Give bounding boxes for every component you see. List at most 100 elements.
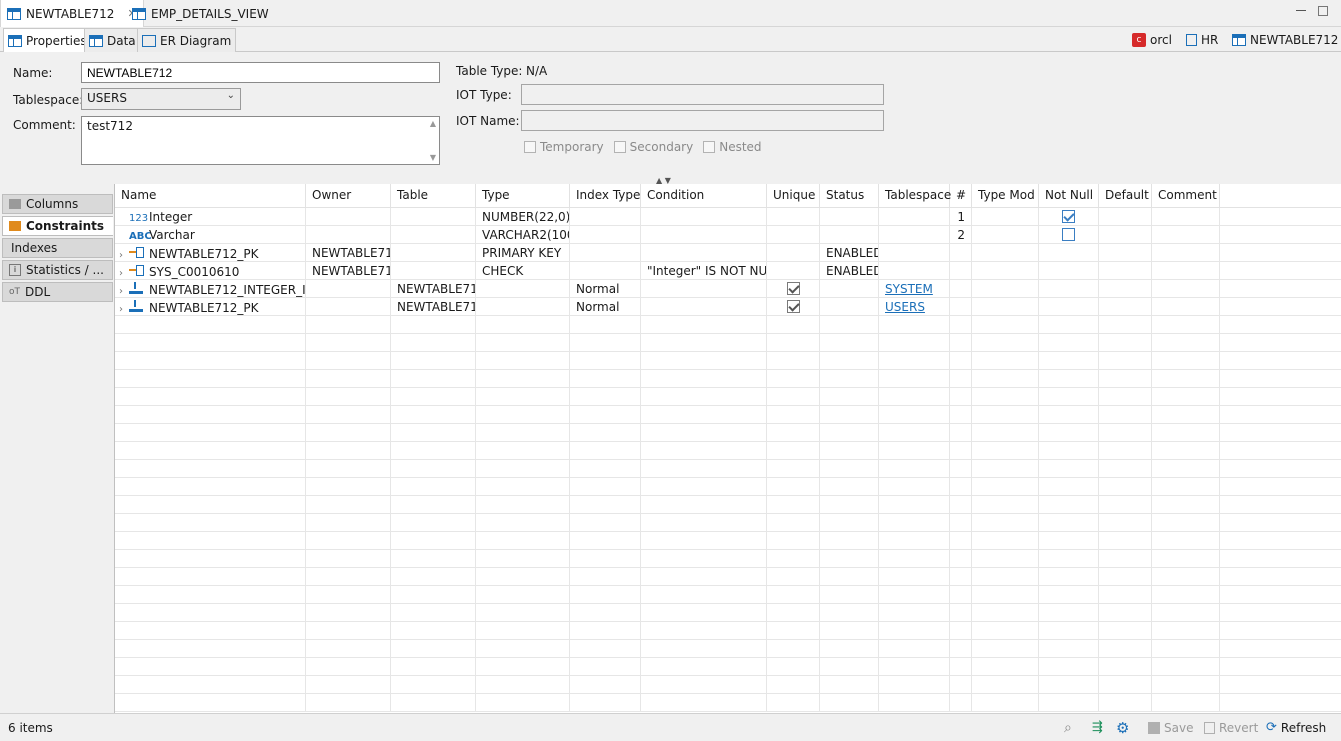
table-cell[interactable] (1152, 262, 1220, 280)
column-header-tablespace[interactable]: Tablespace (879, 184, 951, 208)
table-cell[interactable] (1099, 298, 1152, 316)
save-button[interactable]: Save (1148, 714, 1193, 741)
column-header-comment[interactable]: Comment (1152, 184, 1220, 208)
table-cell[interactable] (767, 262, 820, 280)
tablespace-link[interactable]: SYSTEM (885, 282, 933, 296)
revert-button[interactable]: Revert (1204, 714, 1258, 741)
table-cell[interactable] (1152, 298, 1220, 316)
table-cell[interactable] (972, 226, 1039, 244)
table-cell[interactable] (641, 244, 767, 262)
table-cell[interactable] (1220, 244, 1341, 262)
table-cell[interactable] (306, 226, 391, 244)
table-cell[interactable] (1099, 208, 1152, 226)
table-cell[interactable] (1099, 226, 1152, 244)
table-cell[interactable] (1220, 298, 1341, 316)
table-cell[interactable] (1039, 244, 1099, 262)
table-cell[interactable]: › NEWTABLE712_PK (115, 298, 306, 316)
table-cell[interactable] (1039, 280, 1099, 298)
table-cell[interactable] (641, 226, 767, 244)
expand-chevron-icon[interactable]: › (119, 304, 129, 315)
table-cell[interactable] (391, 226, 476, 244)
filter-icon[interactable]: ⇶ (1092, 714, 1103, 741)
table-cell[interactable] (1220, 262, 1341, 280)
column-header-status[interactable]: Status (820, 184, 879, 208)
table-cell[interactable] (570, 226, 641, 244)
not-null-checkbox[interactable] (1062, 228, 1075, 241)
table-cell[interactable] (972, 298, 1039, 316)
table-cell[interactable] (767, 298, 820, 316)
table-cell[interactable]: 2 (950, 226, 972, 244)
table-cell[interactable] (1039, 262, 1099, 280)
column-header-table[interactable]: Table (391, 184, 476, 208)
table-cell[interactable] (1039, 208, 1099, 226)
table-cell[interactable] (476, 298, 570, 316)
maximize-button[interactable] (1318, 6, 1328, 16)
table-cell[interactable] (767, 244, 820, 262)
table-cell[interactable] (1220, 280, 1341, 298)
table-cell[interactable]: "Integer" IS NOT NULL (641, 262, 767, 280)
table-cell[interactable] (306, 298, 391, 316)
table-cell[interactable] (820, 280, 879, 298)
table-cell[interactable] (972, 208, 1039, 226)
table-cell[interactable] (767, 208, 820, 226)
column-header-condition[interactable]: Condition (641, 184, 767, 208)
table-cell[interactable] (306, 208, 391, 226)
left-tab-indexes[interactable]: Indexes (2, 238, 113, 258)
constraints-grid[interactable]: Name Owner Table Type Index Type Condition Uni… (114, 184, 1341, 713)
gear-icon[interactable]: ⚙ (1116, 714, 1129, 741)
table-cell[interactable]: ENABLED (820, 262, 879, 280)
name-input[interactable] (81, 62, 440, 83)
column-header-type[interactable]: Type (476, 184, 570, 208)
table-cell[interactable]: PRIMARY KEY (476, 244, 570, 262)
table-cell[interactable]: USERS (879, 298, 950, 316)
table-cell[interactable] (1152, 244, 1220, 262)
editor-tab-newtable712[interactable]: NEWTABLE712 ✕ (0, 0, 144, 27)
table-cell[interactable] (950, 262, 972, 280)
scroll-up-icon[interactable]: ▲ (430, 119, 436, 128)
unique-checkbox[interactable] (786, 282, 800, 295)
column-header-default[interactable]: Default (1099, 184, 1152, 208)
tablespace-select[interactable]: USERS ⌄ (81, 88, 241, 110)
table-cell[interactable] (1152, 226, 1220, 244)
table-cell[interactable] (391, 262, 476, 280)
table-cell[interactable] (879, 244, 950, 262)
table-cell[interactable] (570, 244, 641, 262)
tab-er-diagram[interactable]: ER Diagram (137, 28, 237, 52)
table-cell[interactable]: ENABLED (820, 244, 879, 262)
table-cell[interactable] (820, 298, 879, 316)
table-cell[interactable]: SYSTEM (879, 280, 950, 298)
table-cell[interactable]: › SYS_C0010610 (115, 262, 306, 280)
table-cell[interactable] (570, 262, 641, 280)
table-cell[interactable] (1220, 208, 1341, 226)
table-cell[interactable] (972, 244, 1039, 262)
table-cell[interactable] (950, 280, 972, 298)
table-cell[interactable] (767, 226, 820, 244)
table-cell[interactable] (820, 208, 879, 226)
table-cell[interactable]: CHECK (476, 262, 570, 280)
expand-chevron-icon[interactable]: › (119, 268, 129, 279)
table-cell[interactable]: VARCHAR2(100) (476, 226, 570, 244)
table-cell[interactable] (1152, 280, 1220, 298)
column-header-[interactable]: # (950, 184, 972, 208)
comment-textarea[interactable]: test712 ▲ ▼ (81, 116, 440, 165)
column-header-owner[interactable]: Owner (306, 184, 391, 208)
table-cell[interactable] (641, 208, 767, 226)
table-cell[interactable]: 1 (950, 208, 972, 226)
left-tab-statistics[interactable]: i Statistics / ... (2, 260, 113, 280)
table-cell[interactable] (391, 244, 476, 262)
table-cell[interactable] (306, 280, 391, 298)
schema-info[interactable]: HR (1186, 28, 1218, 52)
expand-chevron-icon[interactable]: › (119, 250, 129, 261)
table-cell[interactable] (391, 208, 476, 226)
table-cell[interactable] (1099, 244, 1152, 262)
table-cell[interactable] (972, 262, 1039, 280)
table-cell[interactable] (950, 298, 972, 316)
left-tab-columns[interactable]: Columns (2, 194, 113, 214)
table-cell[interactable] (1039, 298, 1099, 316)
scroll-down-icon[interactable]: ▼ (430, 153, 436, 162)
table-cell[interactable]: NEWTABLE712 (306, 262, 391, 280)
table-cell[interactable] (641, 298, 767, 316)
table-cell[interactable]: Normal (570, 280, 641, 298)
editor-tab-emp-details-view[interactable]: EMP_DETAILS_VIEW (126, 0, 275, 27)
tab-properties[interactable]: Properties (3, 28, 92, 52)
